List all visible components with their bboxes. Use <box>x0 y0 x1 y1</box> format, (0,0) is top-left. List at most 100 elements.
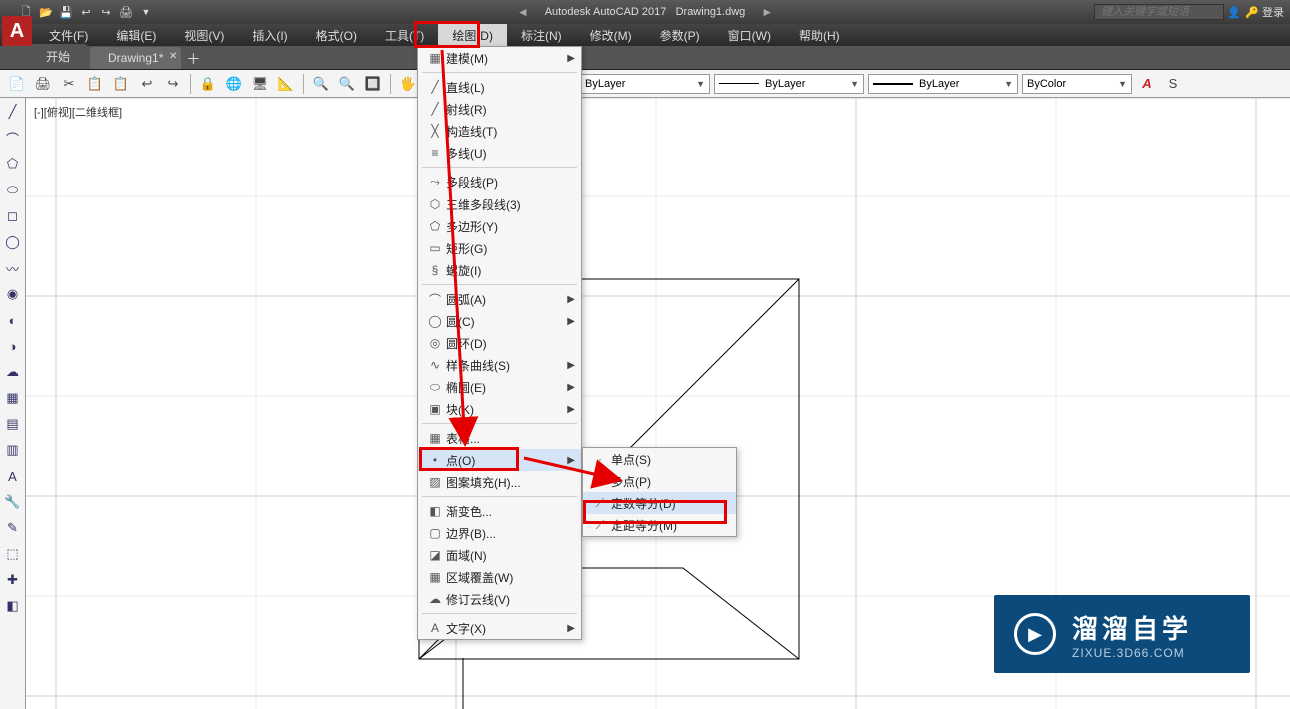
point-submenu-item[interactable]: ⟋定数等分(D) <box>583 492 736 514</box>
navback-icon[interactable]: ◄ <box>517 5 529 19</box>
lineweight-combo[interactable]: ByLayer▼ <box>868 74 1018 94</box>
draw-menu-item[interactable]: ▣块(K)▶ <box>418 398 581 420</box>
search-input[interactable] <box>1094 4 1224 20</box>
menu-window[interactable]: 窗口(W) <box>714 24 785 47</box>
tool-2[interactable]: ✂ <box>58 73 80 95</box>
autocad-logo-icon[interactable]: A <box>2 16 32 46</box>
linetype-combo[interactable]: ByLayer▼ <box>714 74 864 94</box>
draw-menu-item[interactable]: •点(O)▶ <box>418 449 581 471</box>
draw-menu-item[interactable]: ╱射线(R) <box>418 98 581 120</box>
draw-menu-item[interactable]: ▦建模(M)▶ <box>418 47 581 69</box>
draw-menu-item[interactable]: ⬠多边形(Y) <box>418 215 581 237</box>
draw-menu-item[interactable]: ∿样条曲线(S)▶ <box>418 354 581 376</box>
region2-tool-icon[interactable]: ◑ <box>3 336 23 356</box>
point-tool-icon[interactable]: ✚ <box>3 570 23 590</box>
draw-menu-item[interactable]: A文字(X)▶ <box>418 617 581 639</box>
text-tool-icon[interactable]: A <box>3 466 23 486</box>
layer-combo[interactable]: ByLayer▼ <box>560 74 710 94</box>
draw-menu-item[interactable]: ◯圆(C)▶ <box>418 310 581 332</box>
region1-tool-icon[interactable]: ◐ <box>3 310 23 330</box>
tool-8[interactable]: 🌐 <box>223 73 245 95</box>
chevron-down-icon: ▼ <box>850 79 859 89</box>
tool-13[interactable]: 🔲 <box>362 73 384 95</box>
polygon-tool-icon[interactable]: ⬠ <box>3 154 23 174</box>
login-text[interactable]: 登录 <box>1262 4 1284 20</box>
revcloud-tool-icon[interactable]: ☁ <box>3 362 23 382</box>
user-icon[interactable]: 👤 <box>1226 4 1242 20</box>
tool-10[interactable]: 📐 <box>275 73 297 95</box>
tool-4[interactable]: 📋 <box>110 73 132 95</box>
draw-menu-item[interactable]: ╱直线(L) <box>418 76 581 98</box>
tool-11[interactable]: 🔍 <box>310 73 332 95</box>
menu-tools[interactable]: 工具(T) <box>371 24 438 47</box>
color-combo[interactable]: ByColor▼ <box>1022 74 1132 94</box>
tool-0[interactable]: 📄 <box>6 73 28 95</box>
rectangle-tool-icon[interactable]: ◻ <box>3 206 23 226</box>
menu-view[interactable]: 视图(V) <box>170 24 238 47</box>
style-btn[interactable]: S <box>1162 73 1184 95</box>
menu-help[interactable]: 帮助(H) <box>785 24 854 47</box>
close-icon[interactable]: ✕ <box>169 51 177 62</box>
tool-14[interactable]: 🖐 <box>397 73 419 95</box>
draw-menu-item[interactable]: ▢边界(B)... <box>418 522 581 544</box>
table-tool-icon[interactable]: ▤ <box>3 414 23 434</box>
tab-start[interactable]: 开始 <box>28 44 88 69</box>
annotation-icon[interactable]: A <box>1136 73 1158 95</box>
arc-tool-icon[interactable]: ⌒ <box>3 128 23 148</box>
circle-tool-icon[interactable]: ◯ <box>3 232 23 252</box>
menu-modify[interactable]: 修改(M) <box>576 24 646 47</box>
draw-menu-item[interactable]: ◪面域(N) <box>418 544 581 566</box>
tool-9[interactable]: 🖥 <box>249 73 271 95</box>
draw-menu-item[interactable]: ⬭椭圆(E)▶ <box>418 376 581 398</box>
tool-1[interactable]: 🖨 <box>32 73 54 95</box>
menu-parametric[interactable]: 参数(P) <box>646 24 714 47</box>
draw-menu-item[interactable]: ☁修订云线(V) <box>418 588 581 610</box>
draw-menu-item[interactable]: ◧渐变色... <box>418 500 581 522</box>
qa-dropdown-icon[interactable]: ▼ <box>138 4 154 20</box>
point-submenu-item[interactable]: ⟋定距等分(M) <box>583 514 736 536</box>
tool-5[interactable]: ↩ <box>136 73 158 95</box>
utility-tool-icon[interactable]: 🔧 <box>3 492 23 512</box>
block-tool-icon[interactable]: ⬚ <box>3 544 23 564</box>
table2-tool-icon[interactable]: ▥ <box>3 440 23 460</box>
tool-3[interactable]: 📋 <box>84 73 106 95</box>
signin-icon[interactable]: 🔑 <box>1244 4 1260 20</box>
menu-draw[interactable]: 绘图(D) <box>438 24 507 47</box>
menu-insert[interactable]: 插入(I) <box>238 24 301 47</box>
menu-format[interactable]: 格式(O) <box>302 24 371 47</box>
open-icon[interactable]: 📂 <box>38 4 54 20</box>
view-label[interactable]: [-][俯视][二维线框] <box>34 104 122 120</box>
draw-menu-item[interactable]: ⬡三维多段线(3) <box>418 193 581 215</box>
draw-menu-item[interactable]: ⌒圆弧(A)▶ <box>418 288 581 310</box>
ellipse-tool-icon[interactable]: ⬭ <box>3 180 23 200</box>
draw-menu-item[interactable]: ▨图案填充(H)... <box>418 471 581 493</box>
tab-drawing1[interactable]: Drawing1*✕ <box>90 47 181 69</box>
draw-menu-item[interactable]: §螺旋(I) <box>418 259 581 281</box>
hatch-tool-icon[interactable]: ▦ <box>3 388 23 408</box>
draw-menu-item[interactable]: ≡多线(U) <box>418 142 581 164</box>
save-icon[interactable]: 💾 <box>58 4 74 20</box>
point-submenu-item[interactable]: ⋮多点(P) <box>583 470 736 492</box>
navfwd-icon[interactable]: ► <box>761 5 773 19</box>
menu-dimension[interactable]: 标注(N) <box>507 24 576 47</box>
point-submenu-item[interactable]: ·单点(S) <box>583 448 736 470</box>
tool-12[interactable]: 🔍 <box>336 73 358 95</box>
undo-icon[interactable]: ↩ <box>78 4 94 20</box>
draw-menu-item[interactable]: ▦表格... <box>418 427 581 449</box>
misc-tool-icon[interactable]: ◧ <box>3 596 23 616</box>
tool-7[interactable]: 🔒 <box>197 73 219 95</box>
redo-icon[interactable]: ↪ <box>98 4 114 20</box>
draw-menu-item[interactable]: ⤳多段线(P) <box>418 171 581 193</box>
draw-menu-item[interactable]: ▭矩形(G) <box>418 237 581 259</box>
print-icon[interactable]: 🖨 <box>118 4 134 20</box>
donut-tool-icon[interactable]: ◉ <box>3 284 23 304</box>
menu-edit[interactable]: 编辑(E) <box>102 24 170 47</box>
draw-menu-item[interactable]: ▦区域覆盖(W) <box>418 566 581 588</box>
spline-tool-icon[interactable]: 〰 <box>3 258 23 278</box>
add-tab-button[interactable]: ＋ <box>183 49 203 69</box>
line-tool-icon[interactable]: ╱ <box>3 102 23 122</box>
draw-menu-item[interactable]: ◎圆环(D) <box>418 332 581 354</box>
draw-menu-item[interactable]: ╳构造线(T) <box>418 120 581 142</box>
edit-tool-icon[interactable]: ✎ <box>3 518 23 538</box>
tool-6[interactable]: ↪ <box>162 73 184 95</box>
